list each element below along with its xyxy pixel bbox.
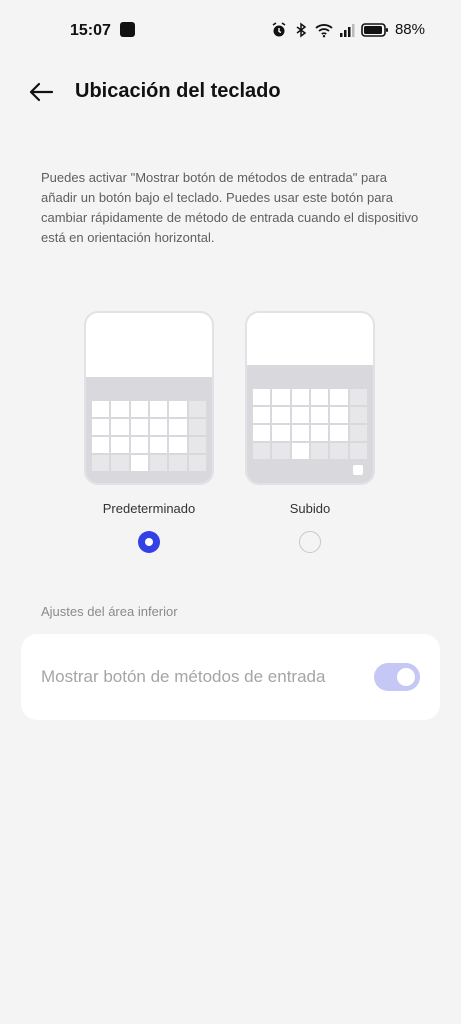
app-notification-icon (120, 22, 135, 37)
bluetooth-icon (296, 22, 307, 37)
input-method-button-icon (353, 465, 363, 475)
signal-icon (339, 23, 355, 37)
keyboard-raised-illustration (245, 311, 375, 485)
arrow-left-icon (29, 82, 54, 102)
keyboard-default-illustration (84, 311, 214, 485)
settings-card: Mostrar botón de métodos de entrada (21, 634, 440, 720)
option-raised[interactable]: Subido (245, 311, 375, 553)
status-time: 15:07 (70, 22, 111, 39)
battery-icon (361, 22, 388, 37)
show-input-method-button-label: Mostrar botón de métodos de entrada (41, 667, 326, 686)
show-input-method-button-toggle[interactable] (374, 663, 420, 691)
radio-raised[interactable] (299, 531, 321, 553)
battery-percent: 88% (394, 21, 425, 38)
toggle-knob (397, 668, 415, 686)
option-default-label: Predeterminado (102, 501, 196, 516)
status-icons: 88% (271, 21, 425, 38)
page-title: Ubicación del teclado (75, 80, 281, 102)
wifi-icon (315, 23, 333, 37)
option-default[interactable]: Predeterminado (84, 311, 214, 553)
radio-default[interactable] (138, 531, 160, 553)
option-raised-label: Subido (289, 501, 331, 516)
header: Ubicación del teclado (0, 70, 461, 114)
section-title: Ajustes del área inferior (41, 604, 178, 619)
status-bar: 15:07 88% (0, 0, 461, 62)
description-text: Puedes activar "Mostrar botón de métodos… (41, 170, 419, 245)
back-button[interactable] (26, 78, 56, 106)
alarm-icon (272, 21, 286, 36)
